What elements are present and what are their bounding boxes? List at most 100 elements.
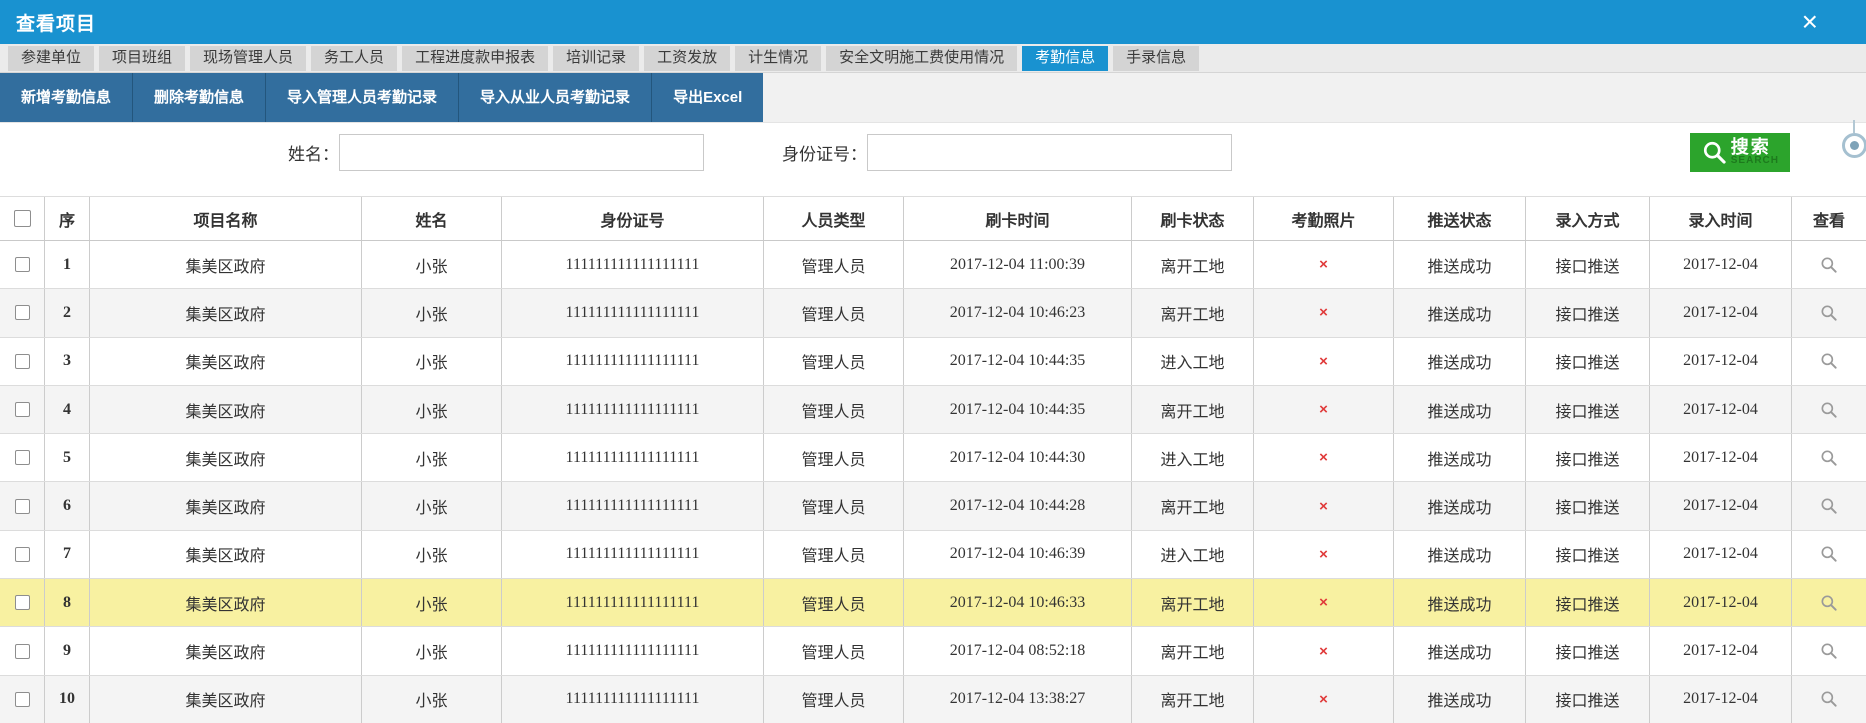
row-checkbox[interactable] (15, 257, 30, 272)
row-checkbox[interactable] (15, 305, 30, 320)
cell-id_no: 111111111111111111 (502, 579, 764, 626)
row-view-cell (1792, 241, 1866, 288)
tab-11[interactable]: 手录信息 (1113, 46, 1199, 71)
view-magnifier-icon[interactable] (1819, 448, 1839, 468)
cell-name: 小张 (362, 627, 502, 674)
cell-swipe_status: 离开工地 (1132, 482, 1254, 529)
cell-id_no: 111111111111111111 (502, 289, 764, 336)
close-icon[interactable]: × (1802, 8, 1818, 36)
cell-entry_time: 2017-12-04 (1650, 627, 1792, 674)
view-magnifier-icon[interactable] (1819, 400, 1839, 420)
row-checkbox-cell (0, 241, 45, 288)
cell-project: 集美区政府 (90, 386, 362, 433)
view-magnifier-icon[interactable] (1819, 303, 1839, 323)
view-magnifier-icon[interactable] (1819, 544, 1839, 564)
cell-push_status: 推送成功 (1394, 386, 1526, 433)
view-magnifier-icon[interactable] (1819, 593, 1839, 613)
tab-9[interactable]: 安全文明施工费使用情况 (826, 46, 1017, 71)
tab-6[interactable]: 培训记录 (553, 46, 639, 71)
cell-project: 集美区政府 (90, 241, 362, 288)
cell-photo: × (1254, 627, 1394, 674)
search-button-text: 搜索 SEARCH (1731, 139, 1779, 166)
cell-swipe_time: 2017-12-04 11:00:39 (904, 241, 1132, 288)
photo-missing-icon: × (1319, 401, 1328, 418)
cell-type: 管理人员 (764, 627, 904, 674)
cell-entry_method: 接口推送 (1526, 386, 1650, 433)
view-magnifier-icon[interactable] (1819, 351, 1839, 371)
name-search-input[interactable] (339, 134, 704, 171)
select-all-checkbox[interactable] (14, 210, 31, 227)
cell-id_no: 111111111111111111 (502, 482, 764, 529)
row-checkbox-cell (0, 531, 45, 578)
cell-swipe_time: 2017-12-04 10:44:30 (904, 434, 1132, 481)
photo-missing-icon: × (1319, 643, 1328, 660)
photo-missing-icon: × (1319, 353, 1328, 370)
cell-entry_method: 接口推送 (1526, 434, 1650, 481)
cell-push_status: 推送成功 (1394, 579, 1526, 626)
tab-10[interactable]: 考勤信息 (1022, 46, 1108, 71)
cell-photo: × (1254, 338, 1394, 385)
row-checkbox[interactable] (15, 499, 30, 514)
table-row: 6集美区政府小张111111111111111111管理人员2017-12-04… (0, 482, 1866, 530)
cell-name: 小张 (362, 434, 502, 481)
cell-swipe_time: 2017-12-04 10:44:28 (904, 482, 1132, 529)
cell-swipe_status: 离开工地 (1132, 579, 1254, 626)
cell-id_no: 111111111111111111 (502, 676, 764, 723)
view-magnifier-icon[interactable] (1819, 689, 1839, 709)
toolbar-button-2[interactable]: 删除考勤信息 (132, 73, 265, 122)
cell-entry_time: 2017-12-04 (1650, 482, 1792, 529)
row-view-cell (1792, 579, 1866, 626)
row-checkbox[interactable] (15, 595, 30, 610)
page-title: 查看项目 (16, 9, 96, 36)
cell-swipe_status: 离开工地 (1132, 627, 1254, 674)
row-checkbox[interactable] (15, 692, 30, 707)
cell-entry_method: 接口推送 (1526, 289, 1650, 336)
cell-swipe_status: 离开工地 (1132, 386, 1254, 433)
cell-project: 集美区政府 (90, 434, 362, 481)
row-view-cell (1792, 627, 1866, 674)
table-body: 1集美区政府小张111111111111111111管理人员2017-12-04… (0, 241, 1866, 723)
name-search-group: 姓名： (288, 134, 704, 171)
row-checkbox-cell (0, 386, 45, 433)
tab-4[interactable]: 务工人员 (311, 46, 397, 71)
toolbar-button-3[interactable]: 导入管理人员考勤记录 (265, 73, 458, 122)
search-button[interactable]: 搜索 SEARCH (1690, 133, 1790, 172)
toolbar-button-4[interactable]: 导入从业人员考勤记录 (458, 73, 651, 122)
row-view-cell (1792, 676, 1866, 723)
toolbar-button-1[interactable]: 新增考勤信息 (0, 73, 132, 122)
tab-5[interactable]: 工程进度款申报表 (402, 46, 548, 71)
row-checkbox[interactable] (15, 644, 30, 659)
photo-missing-icon: × (1319, 449, 1328, 466)
name-field-label: 姓名： (288, 140, 339, 165)
dialog-title-bar: 查看项目 × (0, 0, 1866, 44)
view-magnifier-icon[interactable] (1819, 496, 1839, 516)
tab-3[interactable]: 现场管理人员 (190, 46, 306, 71)
cell-id_no: 111111111111111111 (502, 627, 764, 674)
cell-photo: × (1254, 241, 1394, 288)
attendance-table: 序项目名称姓名身份证号人员类型刷卡时间刷卡状态考勤照片推送状态录入方式录入时间查… (0, 196, 1866, 723)
header-cell-12: 查看 (1792, 197, 1866, 240)
view-magnifier-icon[interactable] (1819, 255, 1839, 275)
row-checkbox-cell (0, 338, 45, 385)
row-checkbox[interactable] (15, 354, 30, 369)
cell-name: 小张 (362, 289, 502, 336)
tab-7[interactable]: 工资发放 (644, 46, 730, 71)
header-cell-1: 序 (45, 197, 90, 240)
id-search-input[interactable] (867, 134, 1232, 171)
cell-swipe_time: 2017-12-04 10:46:33 (904, 579, 1132, 626)
tab-1[interactable]: 参建单位 (8, 46, 94, 71)
row-checkbox[interactable] (15, 450, 30, 465)
tab-2[interactable]: 项目班组 (99, 46, 185, 71)
tab-8[interactable]: 计生情况 (735, 46, 821, 71)
table-row: 1集美区政府小张111111111111111111管理人员2017-12-04… (0, 241, 1866, 289)
cell-name: 小张 (362, 386, 502, 433)
view-magnifier-icon[interactable] (1819, 641, 1839, 661)
photo-missing-icon: × (1319, 546, 1328, 563)
cell-entry_method: 接口推送 (1526, 531, 1650, 578)
toolbar-button-5[interactable]: 导出Excel (651, 73, 763, 122)
search-button-label: 搜索 (1731, 139, 1771, 156)
row-checkbox[interactable] (15, 547, 30, 562)
row-checkbox[interactable] (15, 402, 30, 417)
cell-push_status: 推送成功 (1394, 289, 1526, 336)
table-row: 3集美区政府小张111111111111111111管理人员2017-12-04… (0, 338, 1866, 386)
